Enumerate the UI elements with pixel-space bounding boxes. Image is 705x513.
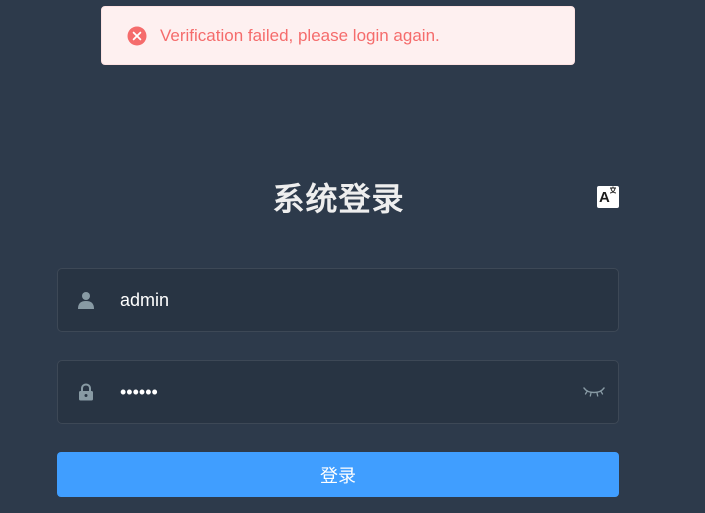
error-message-text: Verification failed, please login again. bbox=[160, 25, 440, 45]
error-message-toast: Verification failed, please login again. bbox=[101, 6, 575, 65]
login-button[interactable]: 登录 bbox=[57, 452, 619, 497]
eye-closed-icon[interactable] bbox=[582, 382, 606, 402]
circle-close-icon bbox=[127, 26, 147, 46]
username-field bbox=[57, 268, 619, 332]
svg-text:A: A bbox=[599, 189, 610, 205]
lock-icon bbox=[76, 382, 96, 402]
page-title: 系统登录 bbox=[272, 180, 405, 218]
username-input[interactable] bbox=[96, 269, 618, 331]
password-field bbox=[57, 360, 619, 424]
user-icon bbox=[76, 290, 96, 310]
translate-icon: A bbox=[598, 185, 618, 210]
language-switch-button[interactable]: A bbox=[597, 186, 619, 208]
password-input[interactable] bbox=[96, 361, 582, 423]
